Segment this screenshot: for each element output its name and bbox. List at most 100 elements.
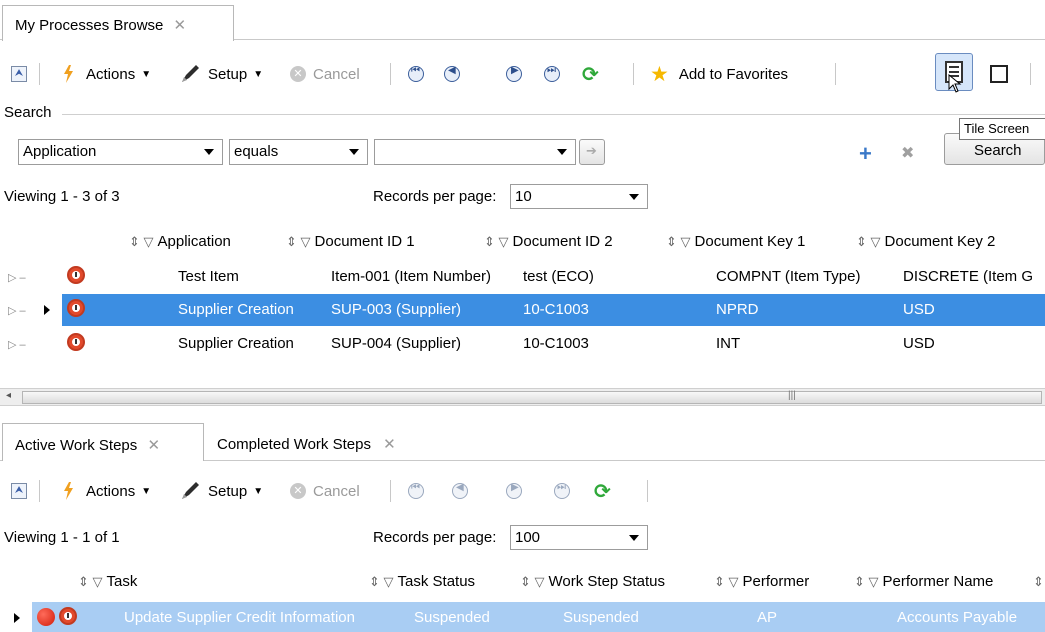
alarm-clock-icon — [59, 607, 77, 625]
actions-label: Actions — [86, 482, 136, 500]
close-tab-icon[interactable]: ✕ — [147, 437, 160, 454]
actions-menu-button[interactable]: Actions ▼ — [62, 474, 151, 508]
previous-page-icon[interactable]: ◀ — [452, 482, 468, 499]
table-row[interactable]: ▷ – Test Item Item-001 (Item Number) tes… — [0, 261, 1045, 293]
first-page-icon[interactable]: ⏮ — [408, 482, 424, 499]
cell-performer: AP — [757, 609, 778, 626]
search-operator-select[interactable]: equals — [229, 139, 368, 165]
bottom-records-per-page-select[interactable]: 100 — [510, 525, 648, 550]
column-header-performer-name[interactable]: ⇕ ▽ Performer Name — [854, 573, 993, 590]
column-header-work-step-status[interactable]: ⇕ ▽ Work Step Status — [520, 573, 665, 590]
column-header-task-status[interactable]: ⇕ ▽ Task Status — [369, 573, 475, 590]
tab-active-work-steps[interactable]: Active Work Steps ✕ — [2, 423, 204, 461]
sort-icon[interactable]: ⇕ ▽ — [520, 574, 545, 589]
cell-document-key-2: USD — [903, 335, 935, 352]
remove-criteria-icon[interactable]: ✖ — [901, 143, 914, 163]
sort-icon[interactable]: ⇕ ▽ — [856, 234, 881, 249]
refresh-button[interactable]: ⟳ — [594, 474, 611, 508]
setup-menu-button[interactable]: Setup ▼ — [180, 474, 263, 508]
top-viewing-label: Viewing 1 - 3 of 3 — [4, 188, 120, 205]
tile-screen-button[interactable] — [935, 53, 973, 93]
collapse-panel-icon[interactable]: ⮝ — [11, 483, 27, 499]
horizontal-scrollbar[interactable]: ◂ ||| — [0, 388, 1045, 406]
add-criteria-icon[interactable]: + — [859, 141, 872, 167]
actions-menu-button[interactable]: Actions ▼ — [62, 57, 151, 91]
chevron-down-icon — [629, 194, 639, 200]
cell-document-key-1: COMPNT (Item Type) — [716, 268, 861, 285]
sort-icon[interactable]: ⇕ ▽ — [286, 234, 311, 249]
cell-document-key-2: USD — [903, 301, 935, 318]
column-header-document-key-2[interactable]: ⇕ ▽ Document Key 2 — [856, 233, 995, 250]
alarm-clock-icon — [67, 299, 85, 317]
chevron-down-icon — [629, 535, 639, 541]
chevron-down-icon: ▼ — [253, 68, 264, 80]
column-header-document-id-2[interactable]: ⇕ ▽ Document ID 2 — [484, 233, 613, 250]
search-section-divider — [62, 114, 1045, 115]
cell-application: Test Item — [178, 268, 239, 285]
expand-row-icon[interactable]: ▷ – — [8, 304, 26, 317]
scroll-left-icon[interactable]: ◂ — [6, 390, 11, 401]
scrollbar-thumb[interactable]: ||| — [22, 390, 1042, 404]
cell-document-id-1: SUP-003 (Supplier) — [331, 301, 462, 318]
sort-icon[interactable]: ⇕ ▽ — [854, 574, 879, 589]
column-header-task[interactable]: ⇕ ▽ Task — [78, 573, 137, 590]
lookup-button[interactable]: ➔ — [579, 139, 605, 165]
cancel-button[interactable]: ✕ Cancel — [290, 474, 360, 508]
tab-label: Completed Work Steps — [217, 436, 371, 453]
toolbar-separator — [647, 480, 648, 502]
add-to-favorites-button[interactable]: ★ Add to Favorites — [650, 57, 788, 91]
search-field-select[interactable]: Application — [18, 139, 223, 165]
top-records-per-page-select[interactable]: 10 — [510, 184, 648, 209]
suspended-status-icon — [37, 608, 55, 626]
close-tab-icon[interactable]: ✕ — [174, 17, 187, 34]
column-header-performer[interactable]: ⇕ ▽ Performer — [714, 573, 809, 590]
document-tab-strip: My Processes Browse ✕ — [0, 0, 1045, 41]
tab-completed-work-steps[interactable]: Completed Work Steps ✕ — [217, 435, 396, 453]
toolbar-separator — [39, 480, 40, 502]
last-page-icon[interactable]: ⏭ — [544, 65, 560, 82]
sort-icon[interactable]: ⇕ — [1033, 573, 1045, 590]
pen-icon — [182, 65, 199, 82]
chevron-down-icon — [349, 149, 359, 155]
sort-icon[interactable]: ⇕ ▽ — [484, 234, 509, 249]
setup-menu-button[interactable]: Setup ▼ — [180, 57, 263, 91]
expand-row-icon[interactable]: ▷ – — [8, 271, 26, 284]
cell-document-key-1: NPRD — [716, 301, 759, 318]
last-page-icon[interactable]: ⏭ — [554, 482, 570, 499]
actions-label: Actions — [86, 65, 136, 83]
cancel-icon: ✕ — [290, 483, 306, 499]
sort-icon[interactable]: ⇕ ▽ — [369, 574, 394, 589]
column-header-document-key-1[interactable]: ⇕ ▽ Document Key 1 — [666, 233, 805, 250]
table-row[interactable]: ▷ – Supplier Creation SUP-004 (Supplier)… — [0, 328, 1045, 360]
expand-row-icon[interactable]: ▷ – — [8, 338, 26, 351]
tab-my-processes-browse[interactable]: My Processes Browse ✕ — [2, 5, 234, 41]
column-header-application[interactable]: ⇕ ▽ Application — [129, 233, 231, 250]
next-page-icon[interactable]: ▶ — [506, 65, 522, 82]
chevron-down-icon: ▼ — [141, 485, 152, 497]
refresh-icon: ⟳ — [582, 63, 599, 86]
setup-label: Setup — [208, 482, 248, 500]
first-page-icon[interactable]: ⏮ — [408, 65, 424, 82]
sort-icon[interactable]: ⇕ ▽ — [714, 574, 739, 589]
cancel-label: Cancel — [313, 65, 360, 83]
close-tab-icon[interactable]: ✕ — [383, 436, 396, 453]
lightning-icon — [64, 482, 73, 500]
cell-document-id-1: Item-001 (Item Number) — [331, 268, 492, 285]
next-page-icon[interactable]: ▶ — [506, 482, 522, 499]
setup-label: Setup — [208, 65, 248, 83]
cancel-button[interactable]: ✕ Cancel — [290, 57, 360, 91]
single-screen-button[interactable] — [988, 63, 1010, 85]
collapse-panel-icon[interactable]: ⮝ — [11, 66, 27, 82]
previous-page-icon[interactable]: ◀ — [444, 65, 460, 82]
sort-icon[interactable]: ⇕ ▽ — [78, 574, 103, 589]
search-criteria-select[interactable] — [374, 139, 576, 165]
cell-document-key-1: INT — [716, 335, 741, 352]
sort-icon[interactable]: ⇕ ▽ — [129, 234, 154, 249]
top-records-per-page-value: 10 — [515, 188, 532, 205]
search-section-label: Search — [4, 104, 52, 121]
refresh-button[interactable]: ⟳ — [582, 57, 599, 91]
table-row-selected[interactable]: Update Supplier Credit Information Suspe… — [0, 602, 1045, 632]
column-header-document-id-1[interactable]: ⇕ ▽ Document ID 1 — [286, 233, 415, 250]
sort-icon[interactable]: ⇕ ▽ — [666, 234, 691, 249]
table-row-selected[interactable]: ▷ – Supplier Creation SUP-003 (Supplier)… — [0, 294, 1045, 326]
